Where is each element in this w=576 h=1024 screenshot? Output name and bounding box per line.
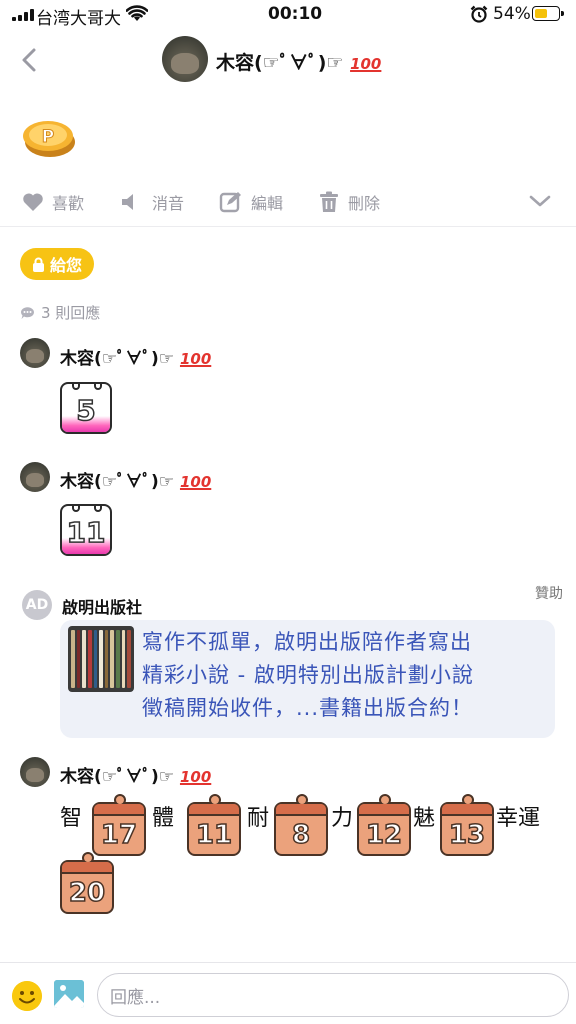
calendar-sticker: 12 <box>357 794 411 856</box>
avatar[interactable] <box>20 338 50 368</box>
avatar[interactable] <box>20 462 50 492</box>
reply-count: 3 則回應 <box>20 302 100 323</box>
gold-coin-icon: P <box>23 121 75 157</box>
mute-button[interactable]: 消音 <box>120 190 184 214</box>
calendar-sticker: 8 <box>274 794 328 856</box>
calendar-sticker-11: 11 <box>60 504 112 556</box>
sponsor-label: 贊助 <box>535 586 563 602</box>
ad-line: 寫作不孤單，啟明出版陪作者寫出 <box>142 630 472 654</box>
stat-label: 力 <box>331 806 354 831</box>
comment-author-name: 木容(☞ﾟ∀ﾟ)☞ <box>60 767 175 787</box>
calendar-number: 11 <box>66 515 106 550</box>
ad-line: 精彩小說 - 啟明特別出版計劃小說 <box>142 663 474 687</box>
stat-value: 8 <box>291 819 311 851</box>
comment-author-name: 木容(☞ﾟ∀ﾟ)☞ <box>60 349 175 369</box>
avatar[interactable] <box>162 36 208 82</box>
speech-bubble-icon <box>20 306 34 319</box>
stat-value: 17 <box>100 819 138 851</box>
reply-count-label: 3 則回應 <box>41 304 101 322</box>
battery-icon <box>532 6 564 21</box>
stat-label: 智 <box>60 806 83 831</box>
comment-author[interactable]: 木容(☞ﾟ∀ﾟ)☞ 100 <box>60 467 211 492</box>
stat-value: 12 <box>365 819 403 851</box>
like-label: 喜歡 <box>52 194 85 213</box>
comment-author[interactable]: 木容(☞ﾟ∀ﾟ)☞ 100 <box>60 344 211 369</box>
ad-avatar: AD <box>22 590 52 620</box>
ad-link-text[interactable]: 寫作不孤單，啟明出版陪作者寫出 精彩小說 - 啟明特別出版計劃小說 徵稿開始收件… <box>142 626 542 725</box>
calendar-sticker: 13 <box>440 794 494 856</box>
heart-icon <box>23 193 43 211</box>
avatar[interactable] <box>20 757 50 787</box>
clock: 00:10 <box>268 4 323 24</box>
photo-icon[interactable] <box>54 980 84 1008</box>
stat-label: 魅 <box>413 806 436 831</box>
wifi-icon <box>126 5 148 21</box>
reply-input[interactable]: 回應... <box>97 973 569 1017</box>
svg-text:P: P <box>42 127 54 147</box>
advertiser-name[interactable]: 啟明出版社 <box>62 594 142 618</box>
hundred-icon: 100 <box>179 350 212 368</box>
hundred-icon: 100 <box>350 55 382 73</box>
chevron-down-icon[interactable] <box>528 192 552 210</box>
comment-author-name: 木容(☞ﾟ∀ﾟ)☞ <box>60 472 175 492</box>
chevron-left-icon[interactable] <box>16 46 44 74</box>
battery-percent: 54% <box>493 4 531 24</box>
trash-icon <box>320 191 338 212</box>
edit-icon <box>219 192 241 213</box>
speaker-icon <box>122 194 142 210</box>
divider <box>0 226 576 227</box>
like-button[interactable]: 喜歡 <box>22 190 84 214</box>
action-bar: 喜歡 消音 編輯 刪除 <box>0 184 576 220</box>
calendar-sticker-5: 5 <box>60 382 112 434</box>
author-name: 木容(☞ﾟ∀ﾟ)☞ <box>216 52 344 74</box>
calendar-sticker: 11 <box>187 794 241 856</box>
ad-card[interactable]: 寫作不孤單，啟明出版陪作者寫出 精彩小說 - 啟明特別出版計劃小說 徵稿開始收件… <box>60 620 555 738</box>
stat-label: 耐 <box>247 806 270 831</box>
stat-label: 幸運 <box>496 806 541 831</box>
hundred-icon: 100 <box>179 473 212 491</box>
status-bar: 台湾大哥大 00:10 54% <box>0 0 576 30</box>
lock-icon <box>32 257 44 272</box>
calendar-sticker: 17 <box>92 794 146 856</box>
give-button-label: 給您 <box>49 256 82 275</box>
stat-value: 13 <box>448 819 486 851</box>
calendar-number: 5 <box>76 393 97 428</box>
delete-button[interactable]: 刪除 <box>318 190 380 214</box>
edit-label: 編輯 <box>251 194 284 213</box>
bookshelf-image <box>68 626 134 692</box>
ad-line: 徵稿開始收件，...書籍出版合約！ <box>142 696 474 720</box>
comment-author[interactable]: 木容(☞ﾟ∀ﾟ)☞ 100 <box>60 762 211 787</box>
mute-label: 消音 <box>152 194 185 213</box>
delete-label: 刪除 <box>348 194 381 213</box>
composer-bar: 回應... <box>0 962 576 1024</box>
alarm-icon <box>470 5 488 23</box>
stat-value: 11 <box>195 819 233 851</box>
stat-value: 20 <box>68 877 106 909</box>
signal-icon <box>12 9 34 21</box>
edit-button[interactable]: 編輯 <box>219 190 283 214</box>
smiley-icon[interactable] <box>12 981 42 1011</box>
hundred-icon: 100 <box>179 768 212 786</box>
page-title: 木容(☞ﾟ∀ﾟ)☞ 100 <box>216 48 381 75</box>
give-button[interactable]: 給您 <box>20 248 94 280</box>
carrier-name: 台湾大哥大 <box>36 9 121 29</box>
calendar-sticker: 20 <box>60 852 114 914</box>
stat-label: 體 <box>152 806 175 831</box>
